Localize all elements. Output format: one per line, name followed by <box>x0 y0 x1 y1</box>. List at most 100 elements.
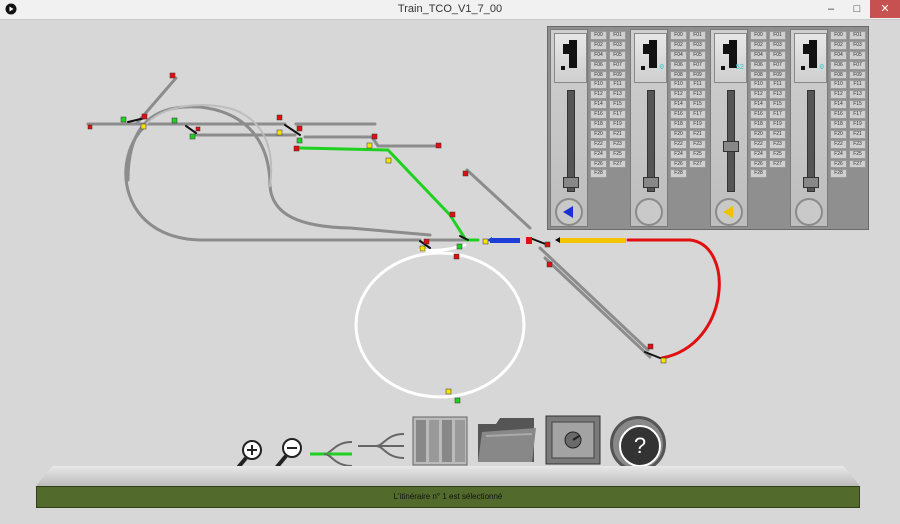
function-key[interactable]: F09 <box>689 70 706 80</box>
function-key[interactable]: F11 <box>689 80 706 90</box>
function-key[interactable]: F01 <box>609 31 626 40</box>
function-key[interactable]: F01 <box>769 31 786 40</box>
function-key[interactable]: F22 <box>670 139 687 149</box>
function-key[interactable]: F03 <box>849 40 866 50</box>
speed-slider-knob[interactable] <box>643 177 659 189</box>
function-key[interactable]: F10 <box>830 80 847 90</box>
function-key[interactable]: F06 <box>670 60 687 70</box>
function-key[interactable]: F02 <box>830 40 847 50</box>
function-key[interactable]: F03 <box>769 40 786 50</box>
function-key[interactable]: F13 <box>849 90 866 100</box>
function-key[interactable]: F07 <box>689 60 706 70</box>
function-key[interactable]: F22 <box>590 139 607 149</box>
function-key[interactable]: F07 <box>609 60 626 70</box>
function-key[interactable]: F26 <box>830 159 847 169</box>
function-key[interactable]: F25 <box>849 149 866 159</box>
function-key[interactable]: F03 <box>609 40 626 50</box>
speed-slider-knob[interactable] <box>723 140 739 152</box>
function-key[interactable]: F27 <box>769 159 786 169</box>
function-key[interactable]: F07 <box>769 60 786 70</box>
minimize-button[interactable]: – <box>818 0 844 18</box>
function-key[interactable]: F24 <box>750 149 767 159</box>
switch-icon[interactable] <box>356 426 406 466</box>
folder-icon[interactable] <box>476 414 538 466</box>
function-key[interactable]: F21 <box>689 129 706 139</box>
function-key[interactable]: F16 <box>750 110 767 120</box>
function-key[interactable]: F23 <box>609 139 626 149</box>
function-key[interactable]: F25 <box>609 149 626 159</box>
function-key[interactable]: F28 <box>670 169 687 179</box>
function-key[interactable]: F12 <box>830 90 847 100</box>
function-key[interactable]: F19 <box>689 120 706 129</box>
track-occupied-loop[interactable] <box>626 238 721 360</box>
function-key[interactable]: F00 <box>590 31 607 40</box>
function-key[interactable]: F17 <box>769 110 786 120</box>
function-key[interactable]: F11 <box>769 80 786 90</box>
function-key[interactable]: F08 <box>590 70 607 80</box>
function-key[interactable]: F12 <box>750 90 767 100</box>
function-key[interactable]: F10 <box>750 80 767 90</box>
direction-button[interactable] <box>555 198 583 226</box>
function-key[interactable]: F14 <box>590 100 607 110</box>
function-key[interactable]: F22 <box>830 139 847 149</box>
throttle-controller[interactable]: 0 F00 F01 F02 F03 F04 F05 F06 F07 F08 F09 F10 F11 F12… <box>790 29 868 227</box>
function-key[interactable]: F10 <box>670 80 687 90</box>
function-key[interactable]: F16 <box>830 110 847 120</box>
function-key[interactable]: F19 <box>769 120 786 129</box>
function-key[interactable]: F09 <box>849 70 866 80</box>
function-key[interactable]: F11 <box>849 80 866 90</box>
function-key[interactable]: F00 <box>830 31 847 40</box>
function-key[interactable]: F05 <box>609 50 626 60</box>
function-key[interactable]: F03 <box>689 40 706 50</box>
function-key[interactable]: F07 <box>849 60 866 70</box>
function-key[interactable]: F16 <box>590 110 607 120</box>
close-button[interactable]: ✕ <box>870 0 900 18</box>
function-key[interactable]: F24 <box>590 149 607 159</box>
throttle-controller[interactable]: 52 F00 F01 F02 F03 F04 F05 F06 F07 F08 F09 F10 F11 F1… <box>710 29 788 227</box>
function-key[interactable]: F14 <box>670 100 687 110</box>
function-key[interactable]: F18 <box>830 120 847 129</box>
function-key[interactable]: F17 <box>609 110 626 120</box>
track-right-diagonal-lower-2[interactable] <box>543 256 652 359</box>
throttle-controller[interactable]: F00 F01 F02 F03 F04 F05 F06 F07 F08 F09 F10 F11 F12 F… <box>550 29 628 227</box>
function-key[interactable]: F20 <box>830 129 847 139</box>
function-key[interactable]: F13 <box>769 90 786 100</box>
function-key[interactable]: F13 <box>609 90 626 100</box>
function-key[interactable]: F18 <box>670 120 687 129</box>
function-key[interactable]: F28 <box>750 169 767 179</box>
function-key[interactable]: F06 <box>750 60 767 70</box>
function-key[interactable]: F14 <box>830 100 847 110</box>
function-key[interactable]: F26 <box>670 159 687 169</box>
function-key[interactable]: F09 <box>769 70 786 80</box>
function-key[interactable]: F26 <box>750 159 767 169</box>
function-key[interactable]: F04 <box>590 50 607 60</box>
function-key[interactable]: F13 <box>689 90 706 100</box>
function-key[interactable]: F27 <box>609 159 626 169</box>
function-key[interactable]: F24 <box>670 149 687 159</box>
direction-button[interactable] <box>795 198 823 226</box>
function-key[interactable]: F28 <box>590 169 607 179</box>
function-key[interactable]: F04 <box>670 50 687 60</box>
function-key[interactable]: F21 <box>609 129 626 139</box>
function-key[interactable]: F04 <box>750 50 767 60</box>
function-key[interactable]: F25 <box>769 149 786 159</box>
function-key[interactable]: F16 <box>670 110 687 120</box>
function-key[interactable]: F12 <box>590 90 607 100</box>
track-inner-loop-lower[interactable] <box>268 184 432 237</box>
speed-slider-knob[interactable] <box>563 177 579 189</box>
function-key[interactable]: F18 <box>590 120 607 129</box>
function-key[interactable]: F04 <box>830 50 847 60</box>
function-key[interactable]: F24 <box>830 149 847 159</box>
function-key[interactable]: F17 <box>689 110 706 120</box>
track-right-diagonal-upper[interactable] <box>465 168 532 230</box>
speed-slider-knob[interactable] <box>803 177 819 189</box>
function-key[interactable]: F05 <box>849 50 866 60</box>
track-right-diagonal-lower-1[interactable] <box>538 246 650 352</box>
function-key[interactable]: F15 <box>689 100 706 110</box>
function-key[interactable]: F12 <box>670 90 687 100</box>
function-key[interactable]: F23 <box>849 139 866 149</box>
direction-button[interactable] <box>715 198 743 226</box>
function-key[interactable]: F23 <box>689 139 706 149</box>
safe-icon[interactable] <box>544 414 602 468</box>
controllers-icon[interactable] <box>412 416 468 466</box>
